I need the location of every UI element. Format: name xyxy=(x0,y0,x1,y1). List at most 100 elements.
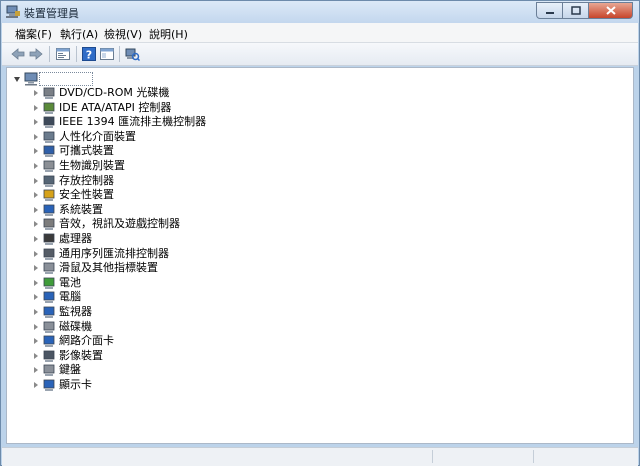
expand-arrow-icon[interactable] xyxy=(34,221,38,228)
tree-category-row[interactable]: 監視器 xyxy=(7,305,407,319)
sound-icon xyxy=(43,218,55,231)
expand-arrow-icon[interactable] xyxy=(34,352,38,359)
storage-controller-icon xyxy=(43,175,55,187)
tree-category-row[interactable]: 滑鼠及其他指標裝置 xyxy=(7,261,407,275)
tree-category-row[interactable]: IEEE 1394 匯流排主機控制器 xyxy=(7,115,407,129)
tree-category-row[interactable]: 生物識別裝置 xyxy=(7,159,407,173)
security-device-icon xyxy=(43,189,55,202)
device-manager-window: 裝置管理員 檔案(F) 執行(A) 檢視(V) 說明(H) ? DVD/CD-R… xyxy=(0,0,640,466)
expand-arrow-icon[interactable] xyxy=(34,163,38,169)
imaging-device-icon xyxy=(43,350,55,362)
close-icon xyxy=(605,6,616,15)
tree-category-label: 顯示卡 xyxy=(59,378,92,391)
title-bar[interactable]: 裝置管理員 xyxy=(1,1,639,23)
tree-category-label: 監視器 xyxy=(59,305,92,318)
tree-root[interactable] xyxy=(7,72,627,86)
portable-device-icon xyxy=(43,145,55,158)
tree-category-row[interactable]: 電池 xyxy=(7,276,407,290)
expand-arrow-icon[interactable] xyxy=(34,367,38,374)
tree-category-label: DVD/CD-ROM 光碟機 xyxy=(59,86,170,99)
tree-category-label: 滑鼠及其他指標裝置 xyxy=(59,261,158,275)
expand-arrow-icon[interactable] xyxy=(34,148,38,155)
help-icon[interactable]: ? xyxy=(81,46,97,62)
tree-category-label: 人性化介面裝置 xyxy=(59,129,136,143)
console-icon[interactable] xyxy=(99,46,115,62)
window-title: 裝置管理員 xyxy=(24,7,79,20)
back-icon[interactable] xyxy=(10,46,26,62)
expand-arrow-icon[interactable] xyxy=(34,382,38,388)
toolbar-separator xyxy=(49,46,50,62)
expand-arrow-icon[interactable] xyxy=(34,206,38,213)
expand-arrow-icon[interactable] xyxy=(34,133,38,140)
expand-arrow-icon[interactable] xyxy=(34,104,38,111)
expand-arrow-icon[interactable] xyxy=(34,192,38,199)
collapse-arrow-icon[interactable] xyxy=(14,77,20,82)
tree-category-row[interactable]: IDE ATA/ATAPI 控制器 xyxy=(7,101,407,115)
menu-help[interactable]: 說明(H) xyxy=(149,26,188,42)
keyboard-icon xyxy=(43,364,55,377)
tree-category-row[interactable]: 音效，視訊及遊戲控制器 xyxy=(7,217,407,231)
biometric-icon xyxy=(43,160,55,172)
window-controls xyxy=(536,2,633,20)
minimize-button[interactable] xyxy=(536,2,563,19)
tree-category-row[interactable]: 網路介面卡 xyxy=(7,334,407,348)
ide-controller-icon xyxy=(43,102,55,114)
tree-category-row[interactable]: 磁碟機 xyxy=(7,320,407,334)
network-adapter-icon xyxy=(43,335,55,348)
expand-arrow-icon[interactable] xyxy=(34,338,38,345)
tree-category-row[interactable]: 通用序列匯流排控制器 xyxy=(7,247,407,261)
expand-arrow-icon[interactable] xyxy=(34,177,38,184)
battery-icon xyxy=(43,277,55,289)
tree-category-row[interactable]: 安全性裝置 xyxy=(7,188,407,202)
tree-category-label: 生物識別裝置 xyxy=(59,159,125,172)
menu-action[interactable]: 執行(A) xyxy=(60,26,98,42)
device-tree[interactable]: DVD/CD-ROM 光碟機 IDE ATA/ATAPI 控制器 IEEE 1394… xyxy=(6,67,634,444)
svg-text:?: ? xyxy=(86,49,92,62)
expand-arrow-icon[interactable] xyxy=(34,294,38,301)
ieee1394-icon xyxy=(43,116,55,129)
tree-category-label: 電池 xyxy=(59,275,81,289)
hid-icon xyxy=(43,131,55,143)
forward-icon[interactable] xyxy=(28,46,44,62)
tree-category-label: 通用序列匯流排控制器 xyxy=(59,246,169,260)
expand-arrow-icon[interactable] xyxy=(34,250,38,257)
tree-category-row[interactable]: 電腦 xyxy=(7,290,407,304)
tree-category-row[interactable]: 可攜式裝置 xyxy=(7,144,407,158)
root-computer-name[interactable] xyxy=(39,72,93,86)
tree-category-label: 電腦 xyxy=(59,290,81,304)
expand-arrow-icon[interactable] xyxy=(34,90,38,96)
tree-category-label: IDE ATA/ATAPI 控制器 xyxy=(59,100,172,114)
maximize-button[interactable] xyxy=(563,2,589,19)
tree-category-row[interactable]: 系統裝置 xyxy=(7,203,407,217)
mouse-icon xyxy=(43,262,55,275)
status-segment xyxy=(433,450,534,463)
expand-arrow-icon[interactable] xyxy=(34,265,38,272)
device-manager-icon xyxy=(6,5,20,18)
toolbar-separator xyxy=(119,46,120,62)
tree-category-row[interactable]: 影像裝置 xyxy=(7,349,407,363)
tree-category-label: IEEE 1394 匯流排主機控制器 xyxy=(59,115,207,129)
tree-category-row[interactable]: DVD/CD-ROM 光碟機 xyxy=(7,86,407,100)
scan-hardware-icon[interactable] xyxy=(124,46,140,62)
properties-icon[interactable] xyxy=(55,46,71,62)
expand-arrow-icon[interactable] xyxy=(34,119,38,126)
tree-category-row[interactable]: 處理器 xyxy=(7,232,407,246)
tree-category-label: 處理器 xyxy=(59,232,92,245)
menu-view[interactable]: 檢視(V) xyxy=(104,26,142,42)
computer-icon xyxy=(43,291,55,304)
tree-category-row[interactable]: 鍵盤 xyxy=(7,363,407,377)
expand-arrow-icon[interactable] xyxy=(34,309,38,315)
tree-category-row[interactable]: 存放控制器 xyxy=(7,174,407,188)
tree-category-label: 網路介面卡 xyxy=(59,334,114,348)
expand-arrow-icon[interactable] xyxy=(34,323,38,330)
display-adapter-icon xyxy=(43,379,55,391)
close-button[interactable] xyxy=(589,2,633,19)
toolbar-separator xyxy=(76,46,77,62)
expand-arrow-icon[interactable] xyxy=(34,279,38,286)
expand-arrow-icon[interactable] xyxy=(34,236,38,242)
tree-category-row[interactable]: 顯示卡 xyxy=(7,378,407,392)
tree-category-label: 音效，視訊及遊戲控制器 xyxy=(59,217,180,231)
menu-file[interactable]: 檔案(F) xyxy=(15,26,52,42)
tree-category-label: 可攜式裝置 xyxy=(59,144,114,158)
tree-category-row[interactable]: 人性化介面裝置 xyxy=(7,130,407,144)
